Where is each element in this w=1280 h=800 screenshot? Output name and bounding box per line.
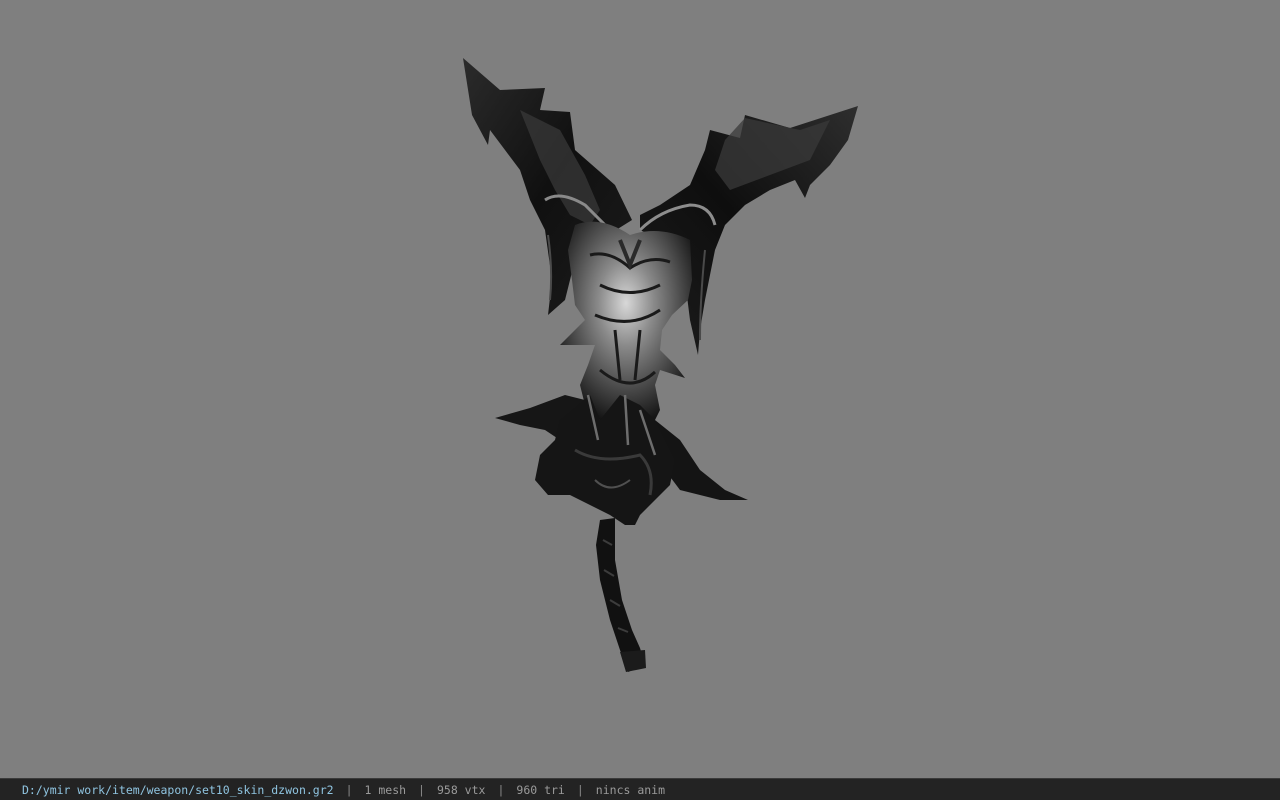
vertex-count: 958 vtx: [436, 782, 486, 797]
status-separator: |: [497, 782, 505, 797]
status-bar: D:/ymir work/item/weapon/set10_skin_dzwo…: [0, 778, 1280, 800]
file-path: D:/ymir work/item/weapon/set10_skin_dzwo…: [22, 782, 334, 797]
mesh-count: 1 mesh: [364, 782, 407, 797]
status-separator: |: [418, 782, 425, 797]
model-viewport[interactable]: [0, 0, 1280, 778]
status-separator: |: [576, 782, 584, 797]
weapon-model-icon: [463, 58, 858, 672]
animation-status: nincs anim: [595, 782, 666, 797]
status-separator: |: [345, 782, 353, 797]
triangle-count: 960 tri: [516, 782, 565, 797]
